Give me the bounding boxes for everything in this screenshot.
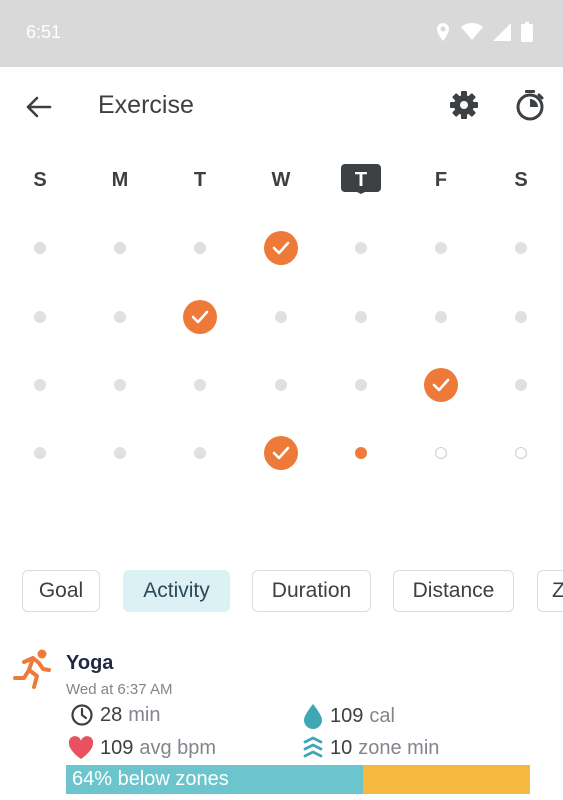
battery-icon: [521, 22, 533, 42]
activity-time: Wed at 6:37 AM: [66, 681, 173, 698]
day-label: S: [514, 169, 528, 191]
checkmark-icon: [264, 436, 298, 470]
day-label: F: [434, 169, 448, 191]
exercise-check-day[interactable]: [182, 299, 218, 335]
exercise-check-day[interactable]: [423, 367, 459, 403]
status-time: 6:51: [26, 22, 62, 42]
calories-value: 109: [330, 704, 364, 727]
chip-duration[interactable]: Duration: [252, 570, 371, 612]
zone-minutes-unit: zone min: [358, 736, 440, 759]
chip-z[interactable]: Z: [537, 570, 563, 612]
duration-stat: 28 min: [70, 703, 160, 727]
running-icon: [13, 649, 51, 689]
day-dot: [22, 299, 58, 335]
status-bar: 6:51: [0, 0, 563, 67]
day-dot: [182, 435, 218, 471]
chip-distance[interactable]: Distance: [393, 570, 514, 612]
exercise-check-day[interactable]: [263, 230, 299, 266]
stopwatch-icon[interactable]: [512, 87, 548, 123]
today-dot: [343, 435, 379, 471]
heart-icon: [68, 736, 94, 759]
day-dot: [503, 299, 539, 335]
checkmark-icon: [424, 368, 458, 402]
day-dot: [343, 230, 379, 266]
day-dot: [263, 299, 299, 335]
day-dot: [343, 367, 379, 403]
day-dot: [503, 230, 539, 266]
day-label: S: [33, 169, 47, 191]
status-icons: [435, 22, 533, 42]
day-dot: [343, 299, 379, 335]
signal-icon: [493, 23, 511, 41]
zone-minutes-stat: 10 zone min: [302, 736, 439, 760]
day-dot: [102, 367, 138, 403]
zone-chevrons-icon: [303, 736, 323, 758]
checkmark-icon: [183, 300, 217, 334]
day-dot: [22, 230, 58, 266]
day-dot: [102, 435, 138, 471]
future-day-dot: [423, 435, 459, 471]
zone-bar-label: 64% below zones: [72, 768, 229, 790]
clock-icon: [71, 704, 93, 726]
calories-stat: 109 cal: [302, 703, 395, 729]
heart-zone-bar: 64% below zones: [66, 765, 530, 794]
duration-unit: min: [128, 703, 161, 726]
heart-rate-stat: 109 avg bpm: [68, 736, 216, 760]
gear-icon[interactable]: [447, 88, 481, 122]
duration-value: 28: [100, 703, 123, 726]
chip-goal[interactable]: Goal: [22, 570, 100, 612]
day-dot: [423, 299, 459, 335]
future-day-dot: [503, 435, 539, 471]
page-title: Exercise: [98, 91, 194, 119]
day-label-today: T: [354, 169, 368, 191]
water-drop-icon: [304, 704, 322, 729]
zone-minutes-value: 10: [330, 736, 353, 759]
day-dot: [102, 230, 138, 266]
day-label: W: [271, 169, 291, 191]
bpm-unit: avg bpm: [139, 736, 217, 759]
day-dot: [423, 230, 459, 266]
day-dot: [503, 367, 539, 403]
bpm-value: 109: [100, 736, 134, 759]
back-arrow-icon[interactable]: [20, 89, 56, 125]
app-bar: Exercise: [0, 67, 563, 145]
exercise-check-day[interactable]: [263, 435, 299, 471]
activity-name: Yoga: [66, 652, 114, 674]
wifi-icon: [461, 23, 483, 40]
calories-unit: cal: [369, 704, 395, 727]
day-label: T: [193, 169, 207, 191]
day-dot: [22, 435, 58, 471]
day-dot: [182, 230, 218, 266]
checkmark-icon: [264, 231, 298, 265]
week-day-header: SMTWTFS: [0, 168, 563, 198]
day-dot: [263, 367, 299, 403]
day-dot: [182, 367, 218, 403]
day-label: M: [111, 169, 129, 191]
chip-activity[interactable]: Activity: [123, 570, 230, 612]
day-dot: [22, 367, 58, 403]
day-dot: [102, 299, 138, 335]
location-icon: [437, 23, 449, 41]
